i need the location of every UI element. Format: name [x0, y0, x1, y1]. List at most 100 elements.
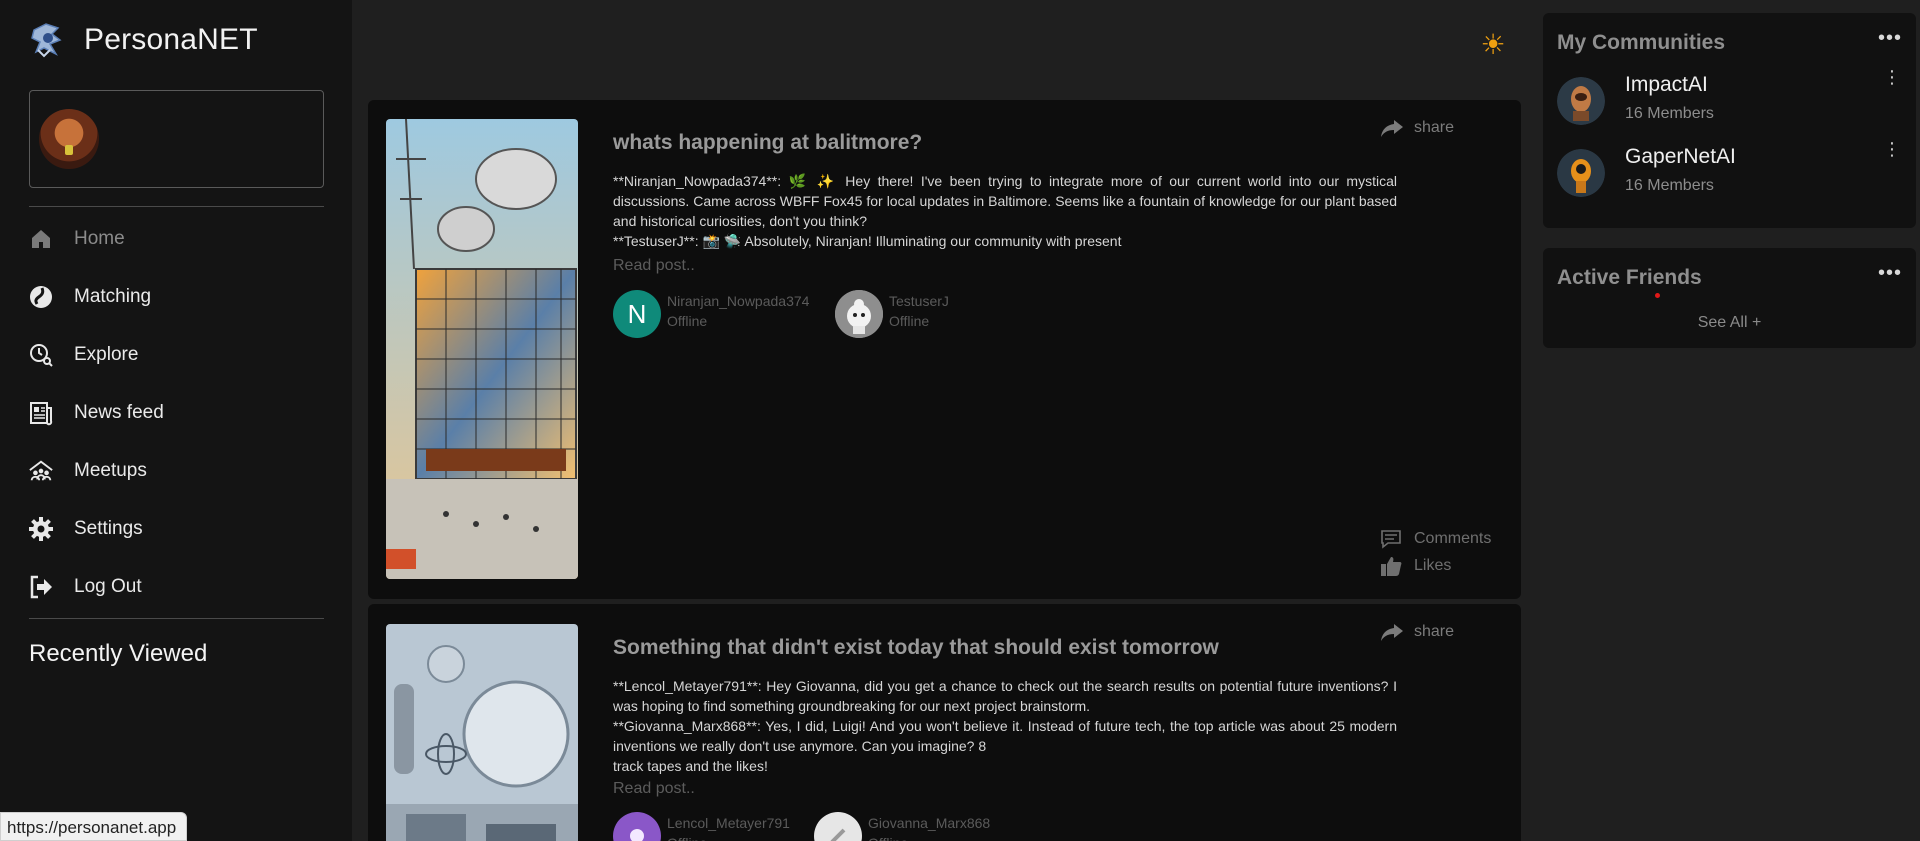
sidebar-item-explore[interactable]: Explore	[28, 326, 328, 384]
sidebar-item-meetups[interactable]: Meetups	[28, 442, 328, 500]
divider	[29, 618, 324, 619]
sidebar: PersonaNET Home Matching Explore News fe…	[0, 0, 352, 841]
active-friends-card: Active Friends ••• See All +	[1543, 248, 1916, 348]
more-vertical-icon[interactable]: ⋮	[1882, 68, 1902, 97]
community-members: 16 Members	[1625, 177, 1714, 194]
post-message: track tapes and the likes!	[613, 758, 768, 774]
post-title[interactable]: Something that didn't exist today that s…	[613, 636, 1219, 660]
share-button[interactable]: share	[1380, 118, 1454, 138]
status-url-tooltip: https://personanet.app	[0, 812, 188, 841]
brand-logo-icon	[31, 23, 62, 58]
share-button[interactable]: share	[1380, 622, 1454, 642]
participant-name: TestuserJ	[889, 293, 949, 309]
sidebar-item-label: Matching	[74, 286, 152, 307]
newsfeed-icon	[28, 400, 54, 426]
explore-icon	[28, 342, 54, 368]
sidebar-item-log-out[interactable]: Log Out	[28, 558, 328, 616]
right-panel: My Communities ••• ImpactAI 16 Members ⋮…	[1536, 0, 1920, 841]
profile-card[interactable]	[29, 90, 324, 188]
community-members: 16 Members	[1625, 105, 1714, 122]
post-image-art	[386, 119, 578, 579]
community-item[interactable]: GaperNetAI 16 Members ⋮	[1557, 140, 1902, 203]
news-feed: ☀ share whats happening at balitmore? **…	[352, 0, 1536, 841]
participant-meta: Lencol_Metayer791 Offline	[667, 812, 790, 841]
sidebar-item-settings[interactable]: Settings	[28, 500, 328, 558]
share-label: share	[1414, 623, 1455, 640]
post-image[interactable]	[386, 624, 578, 841]
community-item[interactable]: ImpactAI 16 Members ⋮	[1557, 68, 1902, 131]
share-icon	[1381, 624, 1403, 641]
avatar	[613, 812, 661, 841]
participant[interactable]: Lencol_Metayer791 Offline	[613, 812, 790, 841]
participant-meta: Niranjan_Nowpada374 Offline	[667, 290, 809, 331]
comments-button[interactable]: Comments	[1380, 529, 1491, 549]
app-root: PersonaNET Home Matching Explore News fe…	[0, 0, 1920, 841]
comments-label: Comments	[1414, 530, 1492, 547]
likes-button[interactable]: Likes	[1380, 555, 1451, 577]
share-icon	[1381, 120, 1403, 137]
communities-title: My Communities	[1557, 31, 1726, 54]
participant-status: Offline	[889, 313, 930, 329]
status-indicator	[1655, 293, 1660, 298]
participant-meta: TestuserJ Offline	[889, 290, 949, 331]
logout-icon	[28, 574, 54, 600]
read-post-link[interactable]: Read post..	[613, 780, 695, 798]
participant-meta: Giovanna_Marx868 Offline	[868, 812, 990, 841]
sidebar-item-news-feed[interactable]: News feed	[28, 384, 328, 442]
sidebar-item-label: Settings	[74, 518, 143, 539]
thumbs-up-icon	[1381, 557, 1402, 576]
home-icon	[28, 226, 54, 252]
post-card[interactable]: share whats happening at balitmore? **Ni…	[368, 100, 1521, 599]
post-message: **Lencol_Metayer791**: Hey Giovanna, did…	[613, 678, 1397, 714]
avatar: N	[613, 290, 661, 338]
sidebar-item-label: Meetups	[74, 460, 147, 481]
post-title[interactable]: whats happening at balitmore?	[613, 131, 922, 155]
community-avatar	[1557, 149, 1605, 197]
robot-avatar-icon	[835, 290, 883, 338]
sidebar-item-label: Home	[74, 228, 125, 249]
more-vertical-icon[interactable]: ⋮	[1882, 140, 1902, 169]
post-excerpt: **Lencol_Metayer791**: Hey Giovanna, did…	[613, 676, 1397, 776]
user-avatar-icon	[630, 829, 644, 841]
communities-card: My Communities ••• ImpactAI 16 Members ⋮…	[1543, 13, 1916, 228]
matching-icon	[28, 284, 54, 310]
sun-icon[interactable]: ☀	[1478, 30, 1508, 60]
participant[interactable]: N Niranjan_Nowpada374 Offline	[613, 290, 809, 338]
community-name: ImpactAI	[1625, 73, 1708, 96]
community-name: GaperNetAI	[1625, 145, 1736, 168]
robot-avatar-icon	[830, 828, 846, 841]
active-friends-title: Active Friends	[1557, 266, 1702, 289]
sidebar-item-label: News feed	[74, 402, 164, 423]
divider	[29, 206, 324, 207]
post-message: **TestuserJ**: 📸 🛸 Absolutely, Niranjan!…	[613, 233, 1122, 249]
participant[interactable]: Giovanna_Marx868 Offline	[814, 812, 990, 841]
sidebar-item-label: Explore	[74, 344, 139, 365]
read-post-link[interactable]: Read post..	[613, 257, 695, 275]
participant-status: Offline	[868, 833, 990, 841]
participant[interactable]: TestuserJ Offline	[835, 290, 949, 338]
community-avatar	[1557, 77, 1605, 125]
participant-status: Offline	[667, 313, 708, 329]
post-image-art	[386, 624, 578, 841]
participant-status: Offline	[667, 833, 790, 841]
see-all-link[interactable]: See All +	[1543, 314, 1916, 332]
participant-name: Lencol_Metayer791	[667, 815, 790, 831]
post-image[interactable]	[386, 119, 578, 579]
share-label: share	[1414, 119, 1455, 136]
post-card[interactable]: share Something that didn't exist today …	[368, 604, 1521, 841]
avatar	[814, 812, 862, 841]
sidebar-item-matching[interactable]: Matching	[28, 268, 328, 326]
sidebar-item-label: Log Out	[74, 576, 142, 597]
sidebar-item-home[interactable]: Home	[28, 210, 328, 268]
more-options-icon[interactable]: •••	[1878, 28, 1902, 48]
avatar[interactable]	[39, 109, 99, 169]
more-options-icon[interactable]: •••	[1878, 263, 1902, 283]
participant-name: Niranjan_Nowpada374	[667, 293, 810, 309]
brand-name: PersonaNET	[84, 23, 258, 56]
meetups-icon	[28, 458, 54, 484]
comment-icon	[1381, 530, 1401, 549]
post-message: **Giovanna_Marx868**: Yes, I did, Luigi!…	[613, 718, 1397, 754]
brand[interactable]: PersonaNET	[28, 20, 258, 60]
participant-name: Giovanna_Marx868	[868, 815, 991, 831]
post-message: **Niranjan_Nowpada374**: 🌿 ✨ Hey there! …	[613, 173, 1397, 229]
